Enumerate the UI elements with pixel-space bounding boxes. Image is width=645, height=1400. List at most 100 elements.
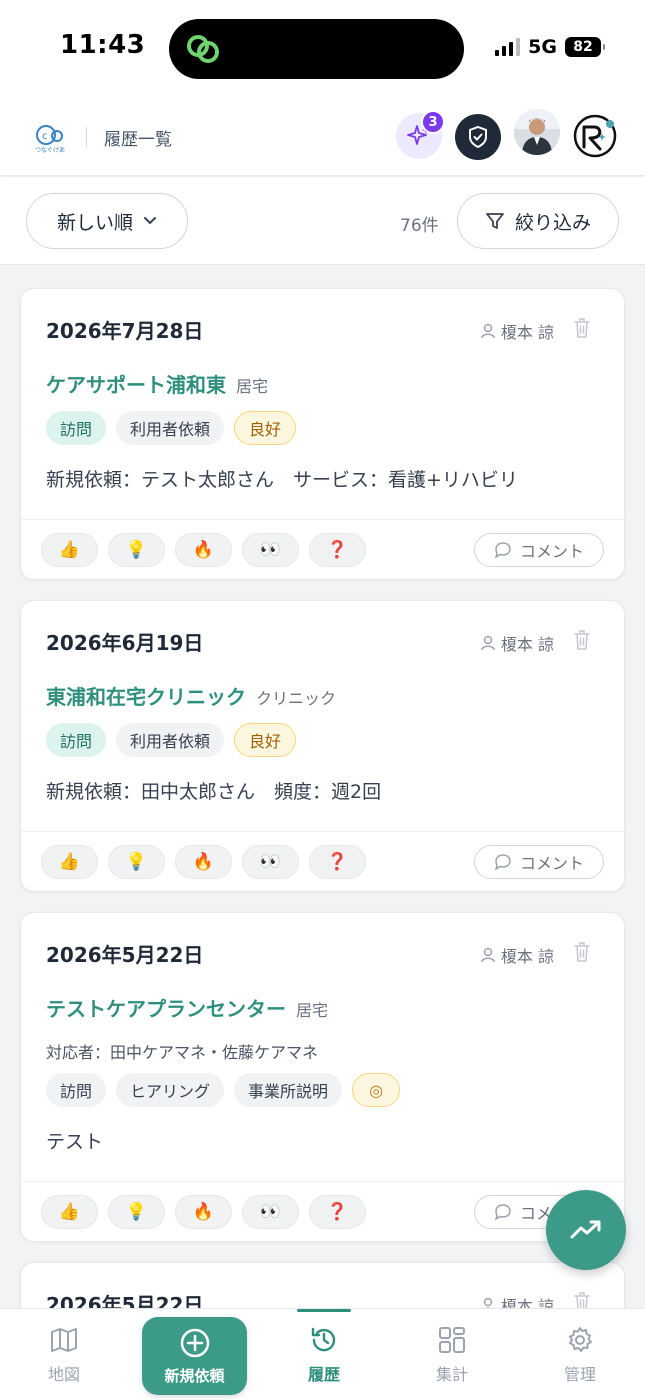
status-bar: 11:43 5G 82: [0, 0, 645, 100]
user-avatar[interactable]: [514, 109, 560, 155]
reaction-eyes[interactable]: 👀: [242, 845, 299, 879]
card-owner: 榎本 諒: [481, 631, 554, 655]
trash-icon[interactable]: [572, 629, 592, 651]
card-divider: [21, 1181, 626, 1182]
reaction-idea[interactable]: 💡: [108, 533, 165, 567]
comment-icon: [494, 854, 511, 871]
owner-name: 榎本 諒: [500, 323, 554, 342]
reaction-eyes[interactable]: 👀: [242, 533, 299, 567]
reaction-idea[interactable]: 💡: [108, 845, 165, 879]
filter-button[interactable]: 絞り込み: [457, 193, 619, 249]
nav-admin-label: 管理: [563, 1365, 596, 1384]
nav-map[interactable]: 地図: [14, 1325, 114, 1385]
app-logo-icon[interactable]: c つなぐけあ: [34, 122, 66, 154]
reaction-fire[interactable]: 🔥: [175, 1195, 232, 1229]
history-card[interactable]: 2026年6月19日 榎本 諒 東浦和在宅クリニック クリニック 訪問 利用者依…: [20, 600, 626, 892]
comment-icon: [494, 542, 511, 559]
sort-dropdown[interactable]: 新しい順: [26, 193, 188, 249]
facility-name[interactable]: ケアサポート浦和東: [46, 369, 226, 398]
tag-request: 利用者依頼: [116, 411, 225, 445]
security-button[interactable]: [455, 114, 501, 160]
reaction-thumbs-up[interactable]: 👍: [41, 533, 98, 567]
tag-visit: 訪問: [46, 1073, 107, 1107]
tag-visit: 訪問: [46, 723, 107, 757]
reaction-idea[interactable]: 💡: [108, 1195, 165, 1229]
history-card[interactable]: 2026年5月22日 榎本 諒 テストケアプランセンター 居宅 対応者：田中ケア…: [20, 912, 626, 1242]
owner-name: 榎本 諒: [500, 635, 554, 654]
avatar-photo-icon: [514, 109, 560, 155]
facility-row: テストケアプランセンター 居宅: [46, 993, 328, 1022]
plus-circle-icon: [180, 1328, 209, 1357]
tag-list: 訪問 ヒアリング 事業所説明 ◎: [46, 1073, 401, 1107]
new-request-label: 新規依頼: [164, 1366, 225, 1385]
reaction-fire[interactable]: 🔥: [175, 845, 232, 879]
facility-row: 東浦和在宅クリニック クリニック: [46, 681, 336, 710]
app-header: c つなぐけあ 履歴一覧 3: [0, 100, 645, 176]
reaction-question[interactable]: ❓: [309, 1195, 366, 1229]
reaction-bar: 👍 💡 🔥 👀 ❓: [41, 1195, 366, 1229]
trash-icon[interactable]: [572, 317, 592, 339]
person-icon: [481, 947, 495, 963]
card-date: 2026年5月22日: [46, 943, 204, 967]
card-note: 新規依頼：テスト太郎さん サービス：看護+リハビリ: [46, 469, 518, 491]
nav-history-label: 履歴: [307, 1365, 340, 1384]
history-card[interactable]: 2026年7月28日 榎本 諒 ケアサポート浦和東 居宅 訪問 利用者依頼 良好…: [20, 288, 626, 580]
list-toolbar: 新しい順 76件 絞り込み: [0, 177, 645, 265]
sort-label: 新しい順: [56, 211, 133, 234]
nav-stats-label: 集計: [435, 1365, 468, 1384]
trash-icon[interactable]: [572, 941, 592, 963]
comment-label: コメント: [519, 542, 584, 561]
chevron-down-icon: [144, 217, 156, 225]
card-note: 新規依頼：田中太郎さん 頻度：週2回: [46, 781, 382, 803]
reaction-thumbs-up[interactable]: 👍: [41, 1195, 98, 1229]
shield-icon: [469, 125, 487, 149]
reaction-bar: 👍 💡 🔥 👀 ❓: [41, 845, 366, 879]
dynamic-island: [169, 19, 464, 79]
nav-history[interactable]: 履歴: [274, 1325, 374, 1385]
facility-type: クリニック: [256, 689, 337, 708]
nav-stats[interactable]: 集計: [402, 1325, 502, 1385]
new-request-button[interactable]: 新規依頼: [142, 1317, 247, 1395]
tag-rating: ◎: [352, 1073, 401, 1107]
history-icon: [311, 1327, 336, 1352]
facility-type: 居宅: [296, 1001, 329, 1020]
card-owner: 榎本 諒: [481, 319, 554, 343]
signal-icon: [495, 38, 521, 56]
reaction-question[interactable]: ❓: [309, 533, 366, 567]
page-title: 履歴一覧: [104, 130, 172, 150]
reaction-fire[interactable]: 🔥: [175, 533, 232, 567]
tag-office-explanation: 事業所説明: [234, 1073, 343, 1107]
logo-caption: つなぐけあ: [35, 147, 65, 154]
nav-active-indicator: [297, 1309, 351, 1312]
record-count: 76件: [400, 216, 439, 236]
tag-rating: 良好: [234, 411, 297, 445]
facility-name[interactable]: テストケアプランセンター: [46, 993, 286, 1022]
card-date: 2026年7月28日: [46, 319, 204, 343]
owner-name: 榎本 諒: [500, 947, 554, 966]
tag-visit: 訪問: [46, 411, 107, 445]
tag-rating: 良好: [234, 723, 297, 757]
bottom-nav: 地図 新規依頼 履歴 集計 管理: [0, 1308, 645, 1400]
analytics-fab[interactable]: [546, 1190, 626, 1270]
tag-list: 訪問 利用者依頼 良好: [46, 723, 297, 757]
card-divider: [21, 519, 626, 520]
battery-icon: 82: [565, 37, 605, 57]
nav-admin[interactable]: 管理: [530, 1325, 630, 1385]
facility-name[interactable]: 東浦和在宅クリニック: [46, 681, 246, 710]
comment-button[interactable]: コメント: [474, 845, 604, 879]
reaction-eyes[interactable]: 👀: [242, 1195, 299, 1229]
reaction-question[interactable]: ❓: [309, 845, 366, 879]
comment-button[interactable]: コメント: [474, 533, 604, 567]
card-note: テスト: [46, 1131, 104, 1153]
dashboard-grid-icon: [439, 1327, 465, 1353]
facility-row: ケアサポート浦和東 居宅: [46, 369, 268, 398]
notification-badge: 3: [421, 110, 445, 134]
nav-map-label: 地図: [47, 1365, 80, 1384]
card-date: 2026年6月19日: [46, 631, 204, 655]
reaction-thumbs-up[interactable]: 👍: [41, 845, 98, 879]
tag-list: 訪問 利用者依頼 良好: [46, 411, 297, 445]
brand-icon[interactable]: [572, 113, 618, 159]
person-icon: [481, 635, 495, 651]
gear-icon: [569, 1327, 592, 1352]
status-indicators: 5G 82: [495, 36, 605, 58]
